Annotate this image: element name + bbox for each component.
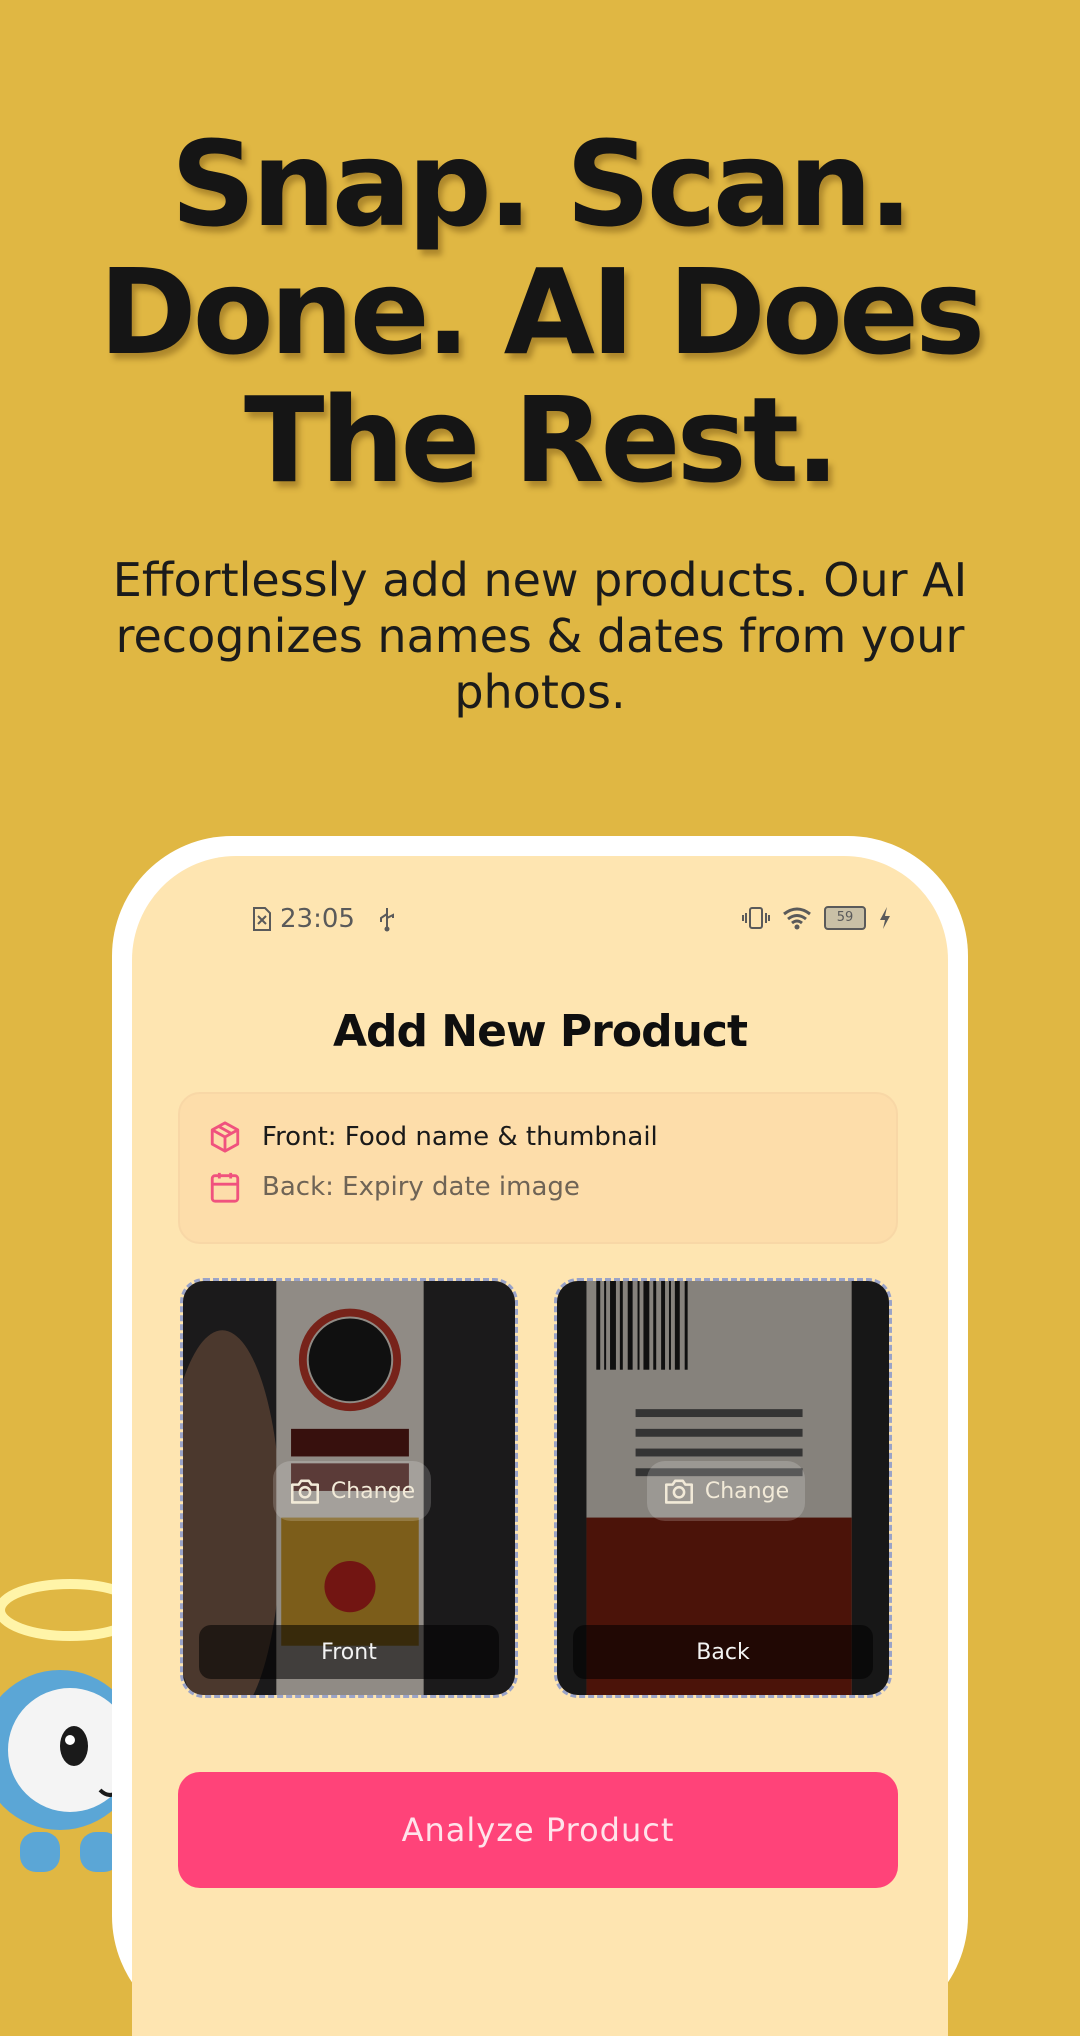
usb-icon (379, 908, 394, 932)
package-icon (210, 1121, 240, 1153)
sim-error-icon (253, 907, 271, 931)
screen-title: Add New Product (332, 1006, 748, 1057)
charging-icon (880, 907, 890, 929)
back-change-label: Change (704, 1478, 790, 1504)
status-bar: 23:05 59 (132, 904, 948, 944)
back-change-button[interactable]: Change (647, 1461, 805, 1521)
analyze-product-button[interactable]: Analyze Product (178, 1772, 898, 1888)
camera-icon (290, 1479, 319, 1504)
back-photo-label: Back (573, 1625, 873, 1679)
calendar-icon (210, 1172, 240, 1203)
status-time: 23:05 (280, 904, 355, 934)
hero-subtitle: Effortlessly add new products. Our AI re… (112, 553, 968, 719)
front-change-label: Change (330, 1478, 416, 1504)
wifi-icon (783, 907, 811, 930)
mascot-illustration (0, 1579, 130, 1872)
phone-screen: 23:05 59 Add New Product Front: Food nam… (132, 856, 948, 2036)
battery-icon: 59 (824, 906, 866, 930)
phone-frame: 23:05 59 Add New Product Front: Food nam… (112, 836, 968, 2036)
front-change-button[interactable]: Change (273, 1461, 431, 1521)
vibrate-icon (742, 907, 770, 929)
back-photo[interactable]: Change Back (554, 1278, 892, 1698)
hero-headline: Snap. Scan. Done. AI Does The Rest. (98, 115, 986, 509)
front-photo[interactable]: Change Front (180, 1278, 518, 1698)
camera-icon (664, 1479, 693, 1504)
instructions-card: Front: Food name & thumbnail Back: Expir… (178, 1092, 898, 1244)
back-instruction-text: Back: Expiry date image (262, 1172, 580, 1202)
front-instruction: Front: Food name & thumbnail (208, 1120, 658, 1154)
front-photo-label: Front (199, 1625, 499, 1679)
back-instruction: Back: Expiry date image (208, 1170, 580, 1204)
front-instruction-text: Front: Food name & thumbnail (262, 1122, 658, 1152)
